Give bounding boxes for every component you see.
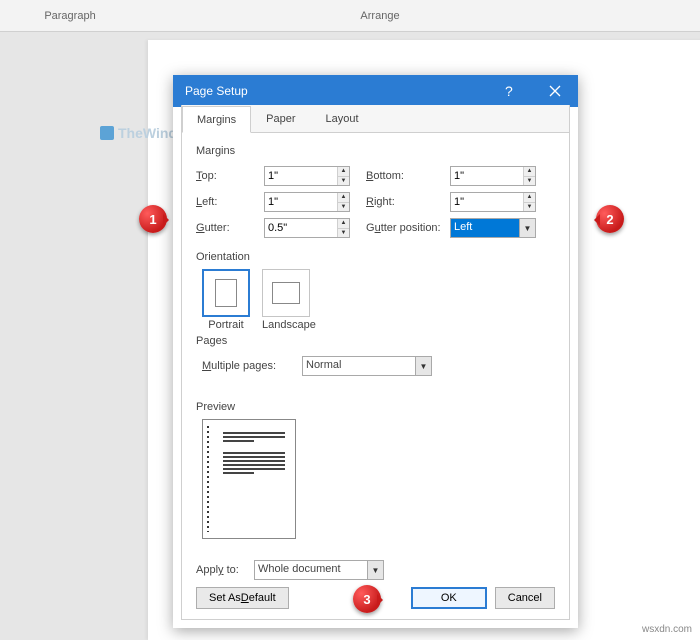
chevron-down-icon[interactable]: ▼ [519,219,535,237]
preview-thumbnail [202,419,296,539]
gutter-up-icon[interactable]: ▲ [338,219,349,229]
image-credit: wsxdn.com [642,624,692,635]
dialog-title: Page Setup [185,84,486,98]
left-input[interactable] [265,193,337,211]
orientation-portrait[interactable]: Portrait [202,269,250,331]
left-label: Left: [196,196,264,208]
set-as-default-button[interactable]: Set As Default [196,587,289,609]
dialog-body: Margins Paper Layout Margins Top: ▲▼ Bot… [181,105,570,620]
gutter-position-value: Left [451,219,519,237]
ribbon-group-paragraph: Paragraph [0,0,140,31]
right-label: Right: [350,196,450,208]
multiple-pages-value: Normal [303,357,415,375]
tab-paper[interactable]: Paper [251,105,310,132]
multiple-pages-combo[interactable]: Normal ▼ [302,356,432,376]
tabstrip: Margins Paper Layout [182,105,569,133]
chevron-down-icon[interactable]: ▼ [415,357,431,375]
top-spinner[interactable]: ▲▼ [264,166,350,186]
orientation-landscape[interactable]: Landscape [262,269,316,331]
apply-to-combo[interactable]: Whole document ▼ [254,560,384,580]
gutter-down-icon[interactable]: ▼ [338,229,349,238]
page-setup-dialog: Page Setup ? Margins Paper Layout Margin… [173,75,578,628]
gutter-label: Gutter: [196,222,264,234]
bottom-up-icon[interactable]: ▲ [524,167,535,177]
ok-button[interactable]: OK [411,587,487,609]
gutter-spinner[interactable]: ▲▼ [264,218,350,238]
top-input[interactable] [265,167,337,185]
ribbon-group-arrange: Arrange [300,0,460,22]
annotation-callout-3: 3 [353,585,381,613]
apply-to-value: Whole document [255,561,367,579]
landscape-label: Landscape [262,319,316,331]
dialog-titlebar[interactable]: Page Setup ? [173,75,578,107]
left-spinner[interactable]: ▲▼ [264,192,350,212]
portrait-icon [215,279,237,307]
multiple-pages-label: Multiple pages: [202,360,302,372]
gutter-position-combo[interactable]: Left ▼ [450,218,536,238]
bottom-input[interactable] [451,167,523,185]
tab-layout[interactable]: Layout [310,105,373,132]
bottom-down-icon[interactable]: ▼ [524,177,535,186]
annotation-callout-2: 2 [596,205,624,233]
top-down-icon[interactable]: ▼ [338,177,349,186]
help-button[interactable]: ? [486,75,532,107]
cancel-button[interactable]: Cancel [495,587,555,609]
gutter-position-label: Gutter position: [350,222,450,234]
right-input[interactable] [451,193,523,211]
right-spinner[interactable]: ▲▼ [450,192,536,212]
top-up-icon[interactable]: ▲ [338,167,349,177]
apply-to-label: Apply to: [196,564,254,576]
bottom-spinner[interactable]: ▲▼ [450,166,536,186]
gutter-input[interactable] [265,219,337,237]
margins-panel: Margins Top: ▲▼ Bottom: ▲▼ Left: ▲▼ [182,133,569,593]
left-up-icon[interactable]: ▲ [338,193,349,203]
pages-section-label: Pages [196,335,555,347]
right-up-icon[interactable]: ▲ [524,193,535,203]
left-down-icon[interactable]: ▼ [338,203,349,212]
chevron-down-icon[interactable]: ▼ [367,561,383,579]
windows-logo-icon [100,126,114,140]
bottom-label: Bottom: [350,170,450,182]
ribbon-background: Paragraph Arrange [0,0,700,32]
portrait-label: Portrait [202,319,250,331]
tab-margins[interactable]: Margins [182,106,251,133]
close-button[interactable] [532,75,578,107]
right-down-icon[interactable]: ▼ [524,203,535,212]
landscape-icon [272,282,300,304]
margins-section-label: Margins [196,145,555,157]
preview-section-label: Preview [196,401,555,413]
annotation-callout-1: 1 [139,205,167,233]
svg-text:?: ? [505,84,513,98]
orientation-section-label: Orientation [196,251,555,263]
top-label: Top: [196,170,264,182]
